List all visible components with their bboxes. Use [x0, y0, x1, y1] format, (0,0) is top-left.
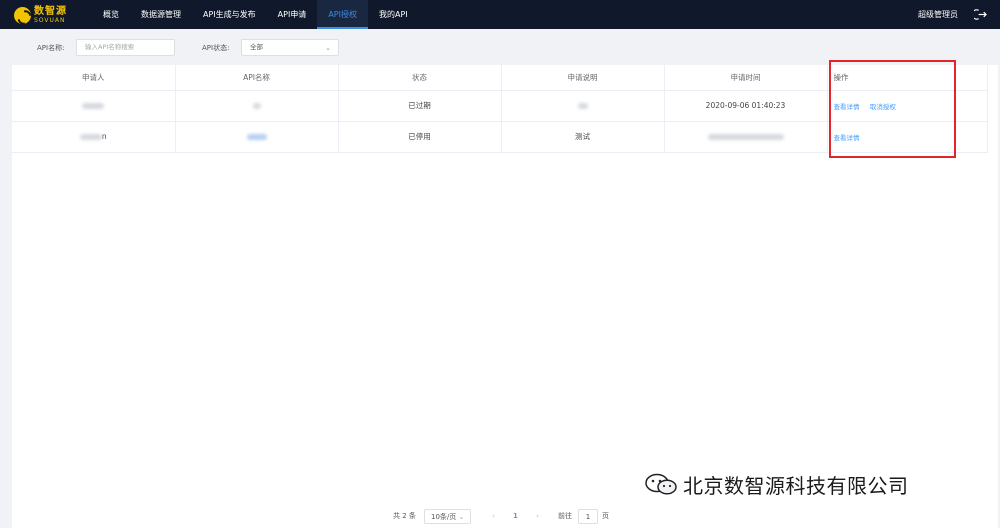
wechat-icon — [645, 473, 677, 495]
watermark: 北京数智源科技有限公司 — [643, 470, 909, 498]
cell-time: 2020-09-06 01:40:23 — [664, 90, 828, 122]
nav-my-api[interactable]: 我的API — [368, 0, 419, 29]
page-size-select[interactable]: 10条/页 ⌄ — [424, 509, 472, 524]
redacted-text — [577, 103, 588, 109]
api-status-select[interactable]: 全部 ⌄ — [241, 39, 339, 56]
column-header-api-name: API名称 — [175, 65, 339, 91]
cell-status: 已停用 — [338, 121, 502, 153]
page-unit-label: 页 — [602, 512, 609, 520]
logo-name: 数智源 — [34, 5, 67, 17]
nav-overview[interactable]: 概览 — [92, 0, 130, 29]
prev-page-icon[interactable]: ‹ — [492, 509, 495, 524]
redacted-text — [82, 103, 105, 109]
user-name[interactable]: 超级管理员 — [918, 0, 958, 30]
redacted-text — [79, 134, 102, 140]
api-name-label: API名称: — [37, 44, 65, 52]
highlight-box — [829, 60, 956, 158]
logout-icon[interactable] — [974, 8, 987, 21]
column-header-applicant: 申请人 — [12, 65, 176, 91]
logo[interactable]: 数智源 SOVUAN — [14, 5, 67, 25]
cell-applicant — [12, 90, 176, 122]
goto-label: 前往 — [558, 512, 572, 520]
nav-datasource[interactable]: 数据源管理 — [130, 0, 192, 29]
top-navbar: 数智源 SOVUAN 概览 数据源管理 API生成与发布 API申请 API授权… — [0, 0, 1000, 29]
redacted-text — [246, 134, 267, 140]
next-page-icon[interactable]: › — [536, 509, 539, 524]
cell-api-name — [175, 121, 339, 153]
nav-api-publish[interactable]: API生成与发布 — [192, 0, 267, 29]
cell-status: 已过期 — [338, 90, 502, 122]
page-number-current[interactable]: 1 — [513, 509, 518, 524]
nav-api-apply[interactable]: API申请 — [267, 0, 318, 29]
api-status-value: 全部 — [250, 43, 263, 51]
redacted-text — [252, 103, 261, 109]
cell-api-name — [175, 90, 339, 122]
watermark-text: 北京数智源科技有限公司 — [683, 473, 909, 498]
pagination-total: 共 2 条 — [393, 512, 416, 520]
cell-time — [664, 121, 828, 153]
goto-page-input[interactable]: 1 — [578, 509, 598, 524]
chevron-down-icon: ⌄ — [458, 513, 465, 521]
logo-mark-icon — [14, 6, 31, 24]
redacted-text — [707, 134, 784, 140]
logo-subtitle: SOVUAN — [34, 16, 66, 24]
main-nav: 概览 数据源管理 API生成与发布 API申请 API授权 我的API — [92, 0, 419, 29]
api-status-label: API状态: — [202, 44, 230, 52]
cell-description — [501, 90, 665, 122]
api-name-input[interactable]: 输入API名称搜索 — [76, 39, 175, 56]
cell-description: 测试 — [501, 121, 665, 153]
column-header-description: 申请说明 — [501, 65, 665, 91]
column-header-status: 状态 — [338, 65, 502, 91]
column-header-time: 申请时间 — [664, 65, 828, 91]
nav-api-authorize[interactable]: API授权 — [317, 0, 368, 29]
cell-applicant: n — [12, 121, 176, 153]
chevron-down-icon: ⌄ — [325, 44, 331, 52]
